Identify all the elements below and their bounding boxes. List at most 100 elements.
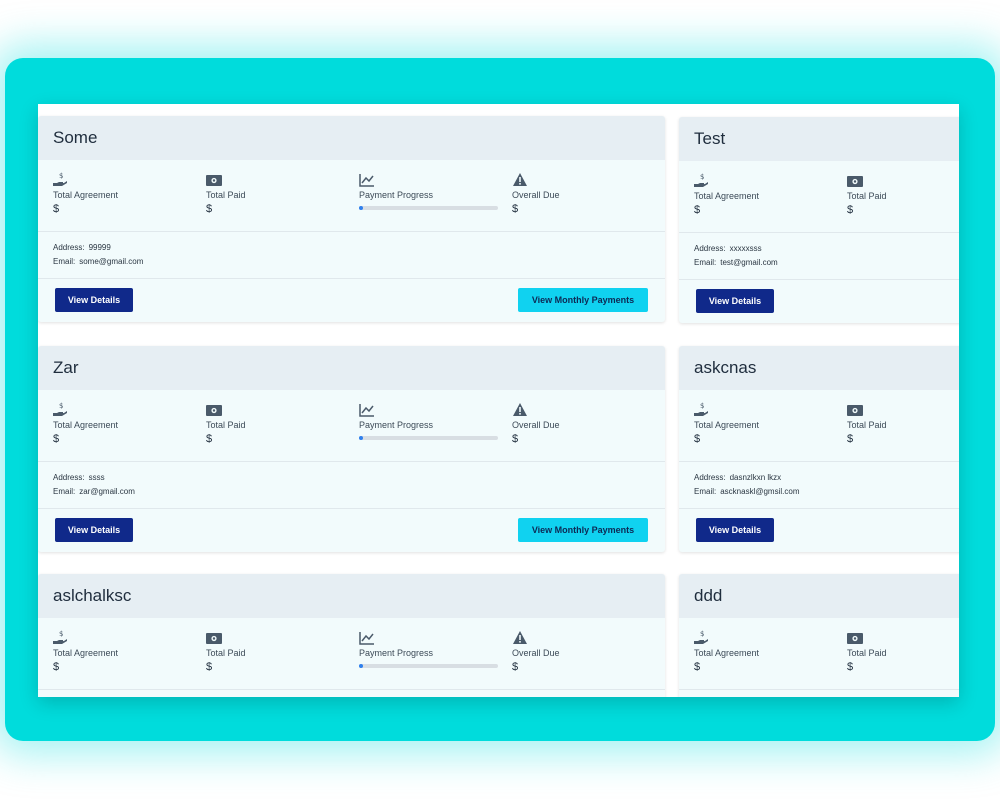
total-agreement-stat: $ Total Agreement $ bbox=[53, 172, 118, 215]
card-actions: View Details bbox=[679, 509, 959, 552]
email-value: zar@gmail.com bbox=[79, 487, 135, 496]
client-name: ddd bbox=[679, 574, 959, 618]
chart-line-icon bbox=[359, 630, 498, 646]
total-agreement-value: $ bbox=[53, 433, 60, 445]
contact-info: Address: xxxxxsss Email: test@gmail.com bbox=[679, 233, 959, 280]
client-card: askcnas $ Total Agreement $ Total Paid $… bbox=[679, 346, 959, 552]
total-paid-stat: Total Paid $ bbox=[206, 402, 246, 445]
view-details-button[interactable]: View Details bbox=[55, 518, 133, 542]
email-label: Email: bbox=[53, 487, 76, 496]
client-name: Some bbox=[38, 116, 665, 160]
client-card: ddd $ Total Agreement $ Total Paid $ bbox=[679, 574, 959, 697]
hand-dollar-icon: $ bbox=[694, 173, 759, 189]
address-label: Address: bbox=[694, 473, 726, 482]
address-value: 99999 bbox=[88, 243, 111, 252]
total-agreement-stat: $ Total Agreement $ bbox=[694, 173, 759, 216]
total-paid-stat: Total Paid $ bbox=[206, 172, 246, 215]
address-label: Address: bbox=[53, 473, 85, 482]
total-agreement-value: $ bbox=[53, 661, 60, 673]
view-details-button[interactable]: View Details bbox=[696, 289, 774, 313]
total-paid-label: Total Paid bbox=[847, 191, 887, 201]
client-name: Test bbox=[679, 117, 959, 161]
total-paid-label: Total Paid bbox=[206, 648, 246, 658]
address-label: Address: bbox=[53, 243, 85, 252]
card-actions: View Details View Monthly Payments bbox=[38, 509, 665, 552]
email-label: Email: bbox=[694, 487, 717, 496]
payment-progress-stat: Payment Progress bbox=[359, 630, 498, 668]
svg-text:$: $ bbox=[59, 630, 63, 638]
svg-text:$: $ bbox=[700, 173, 704, 181]
svg-text:$: $ bbox=[700, 630, 704, 638]
total-paid-value: $ bbox=[847, 661, 854, 673]
total-paid-stat: Total Paid $ bbox=[847, 630, 887, 673]
total-paid-stat: Total Paid $ bbox=[847, 402, 887, 445]
total-agreement-value: $ bbox=[694, 661, 701, 673]
payment-progress-bar bbox=[359, 206, 498, 210]
email-line: Email: zar@gmail.com bbox=[53, 485, 665, 499]
overall-due-label: Overall Due bbox=[512, 648, 560, 658]
total-paid-label: Total Paid bbox=[847, 648, 887, 658]
total-agreement-label: Total Agreement bbox=[694, 420, 760, 430]
address-value: xxxxxsss bbox=[729, 244, 762, 253]
chart-line-icon bbox=[359, 402, 498, 418]
address-line: Address: dasnzlkxn lkzx bbox=[694, 471, 959, 485]
total-agreement-stat: $ Total Agreement $ bbox=[53, 630, 118, 673]
address-label: Address: bbox=[694, 244, 726, 253]
money-bill-icon bbox=[206, 172, 246, 188]
payment-progress-label: Payment Progress bbox=[359, 190, 434, 200]
payment-progress-bar bbox=[359, 664, 498, 668]
overall-due-stat: Overall Due $ bbox=[512, 172, 560, 215]
stats-row: $ Total Agreement $ Total Paid $ bbox=[679, 390, 959, 462]
payment-progress-fill bbox=[359, 664, 364, 668]
stats-row: $ Total Agreement $ Total Paid $ bbox=[679, 161, 959, 233]
total-paid-value: $ bbox=[847, 433, 854, 445]
email-label: Email: bbox=[53, 257, 76, 266]
money-bill-icon bbox=[847, 402, 887, 418]
email-label: Email: bbox=[694, 258, 717, 267]
total-agreement-label: Total Agreement bbox=[53, 190, 119, 200]
total-agreement-label: Total Agreement bbox=[694, 191, 760, 201]
payment-progress-label: Payment Progress bbox=[359, 648, 434, 658]
client-card: Zar $ Total Agreement $ Total Paid $ Pay… bbox=[38, 346, 665, 552]
view-monthly-payments-button[interactable]: View Monthly Payments bbox=[518, 518, 648, 542]
total-paid-stat: Total Paid $ bbox=[206, 630, 246, 673]
client-name: Zar bbox=[38, 346, 665, 390]
email-value: some@gmail.com bbox=[79, 257, 144, 266]
view-details-button[interactable]: View Details bbox=[55, 288, 133, 312]
overall-due-value: $ bbox=[512, 433, 519, 445]
hand-dollar-icon: $ bbox=[694, 630, 759, 646]
view-monthly-payments-button[interactable]: View Monthly Payments bbox=[518, 288, 648, 312]
hand-dollar-icon: $ bbox=[53, 402, 118, 418]
payment-progress-fill bbox=[359, 436, 364, 440]
total-paid-value: $ bbox=[206, 661, 213, 673]
overall-due-value: $ bbox=[512, 661, 519, 673]
total-agreement-stat: $ Total Agreement $ bbox=[53, 402, 118, 445]
view-details-button[interactable]: View Details bbox=[696, 518, 774, 542]
contact-info: Address: dasnzlkxn lkzx Email: ascknaskl@g… bbox=[679, 462, 959, 509]
client-name: askcnas bbox=[679, 346, 959, 390]
address-value: dasnzlkxn lkzx bbox=[729, 473, 782, 482]
client-card: Test $ Total Agreement $ Total Paid $ Ad… bbox=[679, 117, 959, 323]
client-name: aslchalksc bbox=[38, 574, 665, 618]
total-paid-value: $ bbox=[206, 203, 213, 215]
total-paid-value: $ bbox=[206, 433, 213, 445]
svg-text:$: $ bbox=[700, 402, 704, 410]
contact-info: Address: ssss Email: zar@gmail.com bbox=[38, 462, 665, 509]
total-paid-label: Total Paid bbox=[847, 420, 887, 430]
warning-icon bbox=[512, 172, 560, 188]
total-paid-stat: Total Paid $ bbox=[847, 173, 887, 216]
total-paid-label: Total Paid bbox=[206, 420, 246, 430]
email-value: test@gmail.com bbox=[720, 258, 778, 267]
money-bill-icon bbox=[206, 630, 246, 646]
total-agreement-label: Total Agreement bbox=[694, 648, 760, 658]
total-agreement-stat: $ Total Agreement $ bbox=[694, 402, 759, 445]
overall-due-label: Overall Due bbox=[512, 420, 560, 430]
address-line: Address: 99999 bbox=[53, 241, 665, 255]
svg-text:$: $ bbox=[59, 402, 63, 410]
total-agreement-value: $ bbox=[694, 433, 701, 445]
stats-row: $ Total Agreement $ Total Paid $ Payment… bbox=[38, 618, 665, 690]
overall-due-stat: Overall Due $ bbox=[512, 402, 560, 445]
email-line: Email: ascknaskl@gmsil.com bbox=[694, 485, 959, 499]
money-bill-icon bbox=[206, 402, 246, 418]
payment-progress-fill bbox=[359, 206, 364, 210]
